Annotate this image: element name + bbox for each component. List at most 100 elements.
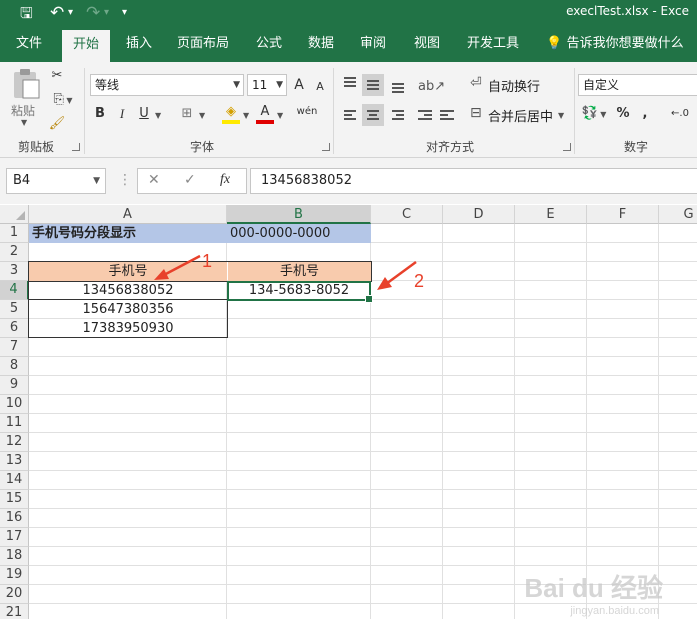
row-header[interactable]: 2 <box>0 243 29 262</box>
accounting-format-button[interactable]: 💱 ▼ <box>580 104 608 126</box>
merge-center-label: 合并后居中 <box>488 110 554 125</box>
column-header[interactable]: B <box>227 205 371 224</box>
active-cell-selection[interactable] <box>227 281 373 303</box>
tab-review[interactable]: 审阅 <box>350 26 396 62</box>
row-header[interactable]: 14 <box>0 471 29 490</box>
enter-icon[interactable]: ✓ <box>184 172 196 188</box>
tab-data[interactable]: 数据 <box>298 26 344 62</box>
row-header[interactable]: 18 <box>0 547 29 566</box>
tab-home[interactable]: 开始 <box>62 30 110 62</box>
percent-button[interactable]: % <box>614 104 632 126</box>
wrap-text-label: 自动换行 <box>488 80 541 95</box>
row-header[interactable]: 17 <box>0 528 29 547</box>
increase-decimal-button[interactable]: ←.0 <box>664 104 696 126</box>
column-header[interactable]: D <box>443 205 515 224</box>
column-header[interactable]: G <box>659 205 697 224</box>
tab-developer[interactable]: 开发工具 <box>460 26 526 62</box>
borders-button[interactable]: ⊞ <box>178 104 196 126</box>
underline-dropdown-icon[interactable]: ▼ <box>155 111 161 120</box>
svg-text:ab↗: ab↗ <box>418 79 445 94</box>
tab-page-layout[interactable]: 页面布局 <box>170 26 236 62</box>
borders-dropdown-icon[interactable]: ▼ <box>199 111 205 120</box>
customize-toolbar-icon[interactable]: ▾ <box>122 3 127 23</box>
font-size-combo[interactable]: 11 ▼ <box>247 74 287 96</box>
comma-button[interactable]: , <box>638 104 652 126</box>
wrap-text-icon: ⏎ <box>470 75 482 91</box>
name-box[interactable]: B4 ▼ <box>6 168 106 194</box>
grow-font-button[interactable]: A <box>291 75 307 97</box>
copy-icon[interactable]: ⎘ ▼ <box>48 90 78 112</box>
italic-button[interactable]: I <box>114 104 130 126</box>
number-format-combo[interactable]: 自定义 <box>578 74 697 96</box>
tab-file[interactable]: 文件 <box>6 26 52 62</box>
row-header[interactable]: 10 <box>0 395 29 414</box>
worksheet-grid[interactable]: ABCDEFG 1 2 3 4 5 6 7 8 9 10 11 12 13 14 15 16 17 18 19 20 2… <box>0 205 697 619</box>
row-header[interactable]: 15 <box>0 490 29 509</box>
alignment-icons[interactable]: ab↗ <box>340 74 465 136</box>
gridline <box>658 224 659 619</box>
gridline <box>29 546 697 547</box>
save-icon[interactable]: 🖫 <box>20 3 33 23</box>
cell-B1[interactable]: 000-0000-0000 <box>227 224 371 243</box>
row-header[interactable]: 9 <box>0 376 29 395</box>
tab-insert[interactable]: 插入 <box>116 26 162 62</box>
lightbulb-icon: 💡 <box>546 36 563 51</box>
gridline <box>29 413 697 414</box>
underline-button[interactable]: U <box>136 104 152 126</box>
cancel-icon[interactable]: ✕ <box>148 172 160 188</box>
row-header[interactable]: 16 <box>0 509 29 528</box>
chevron-down-icon: ▼ <box>276 80 283 90</box>
row-header[interactable]: 1 <box>0 224 29 243</box>
tab-view[interactable]: 视图 <box>404 26 450 62</box>
column-header[interactable]: E <box>515 205 587 224</box>
row-header[interactable]: 7 <box>0 338 29 357</box>
row-header[interactable]: 21 <box>0 604 29 619</box>
phonetic-button[interactable]: wén <box>296 102 318 124</box>
column-header[interactable]: F <box>587 205 659 224</box>
group-label-alignment: 对齐方式 <box>425 140 474 154</box>
row-header[interactable]: 5 <box>0 300 29 319</box>
bold-button[interactable]: B <box>92 104 108 126</box>
window-title: execlTest.xlsx - Exce <box>566 4 689 18</box>
tab-formulas[interactable]: 公式 <box>246 26 292 62</box>
tell-me-search[interactable]: 💡 告诉我你想要做什么 <box>540 26 690 62</box>
undo-dropdown-icon[interactable]: ▾ <box>68 3 73 23</box>
annotation-arrow-1 <box>154 254 201 280</box>
name-box-value: B4 <box>13 173 31 188</box>
alignment-launcher-icon[interactable] <box>563 143 571 151</box>
insert-function-icon[interactable]: fx <box>220 172 230 188</box>
paste-button[interactable]: 粘贴 ▼ <box>8 68 44 128</box>
group-label-font: 字体 <box>189 140 214 154</box>
formula-input[interactable]: 13456838052 <box>250 168 697 194</box>
row-header[interactable]: 8 <box>0 357 29 376</box>
row-header[interactable]: 12 <box>0 433 29 452</box>
row-header[interactable]: 11 <box>0 414 29 433</box>
select-all-button[interactable] <box>0 205 29 224</box>
font-name-combo[interactable]: 等线 ▼ <box>90 74 244 96</box>
shrink-font-button[interactable]: A <box>313 77 327 99</box>
row-header[interactable]: 20 <box>0 585 29 604</box>
font-launcher-icon[interactable] <box>322 143 330 151</box>
cut-icon[interactable]: ✂ <box>48 66 66 88</box>
font-color-button[interactable]: A <box>256 102 274 124</box>
format-painter-icon[interactable]: 🖌 <box>48 114 66 136</box>
undo-icon[interactable]: ↶ <box>50 3 64 23</box>
gridline <box>29 375 697 376</box>
font-color-dropdown-icon[interactable]: ▼ <box>277 111 283 120</box>
paste-label: 粘贴 <box>11 104 36 118</box>
column-header[interactable]: C <box>371 205 443 224</box>
row-header[interactable]: 3 <box>0 262 29 281</box>
row-header[interactable]: 19 <box>0 566 29 585</box>
clipboard-launcher-icon[interactable] <box>72 143 80 151</box>
merge-center-button[interactable]: ⊟ 合并后居中 ▼ <box>470 104 570 126</box>
formula-bar-grip-icon[interactable]: ⋮ <box>118 172 132 188</box>
wrap-text-button[interactable]: ⏎ 自动换行 <box>470 74 570 96</box>
fill-color-button[interactable]: ◈ <box>222 102 240 124</box>
row-header[interactable]: 6 <box>0 319 29 338</box>
cell-A1[interactable]: 手机号码分段显示 <box>29 224 227 243</box>
column-header[interactable]: A <box>29 205 227 224</box>
row-header[interactable]: 13 <box>0 452 29 471</box>
row-header[interactable]: 4 <box>0 281 29 300</box>
fill-color-dropdown-icon[interactable]: ▼ <box>243 111 249 120</box>
formula-buttons: ✕ ✓ fx <box>137 168 247 194</box>
